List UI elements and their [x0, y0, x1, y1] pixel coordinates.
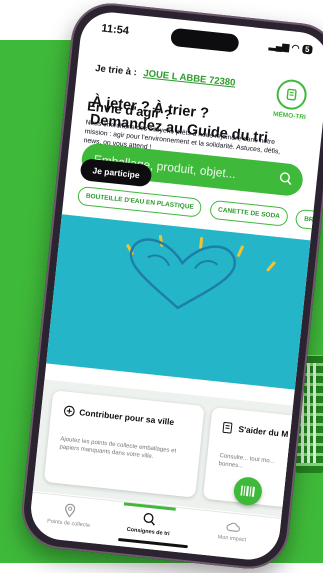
tab-label: Consignes de tri: [126, 527, 169, 537]
promo-banner: [46, 214, 310, 389]
chip-canette[interactable]: CANETTE DE SODA: [209, 200, 289, 227]
battery-icon: 5: [302, 44, 313, 54]
memo-icon: [275, 78, 308, 111]
tab-points-collecte[interactable]: Points de collecte: [33, 500, 105, 530]
map-pin-icon: [63, 503, 76, 518]
heart-hands-icon: [103, 225, 261, 320]
tab-label: Points de collecte: [47, 518, 91, 528]
document-icon: [221, 420, 233, 439]
tab-consignes-tri[interactable]: Consignes de tri: [113, 508, 185, 538]
barcode-icon: [239, 484, 256, 498]
card-title: Contribuer pour sa ville: [79, 407, 175, 427]
sun-ray: [266, 261, 276, 272]
search-icon: [142, 511, 157, 526]
location-label: Je trie à :: [95, 63, 138, 78]
card-text: Ajoutez les points de collecte emballage…: [59, 435, 178, 463]
wifi-icon: ◠: [291, 42, 300, 53]
search-icon[interactable]: [278, 171, 294, 191]
cloud-icon: [226, 520, 241, 533]
chip-bouteille[interactable]: BOUTEILLE D'EAU EN PLASTIQUE: [77, 186, 203, 218]
tab-label: Mon impact: [217, 534, 246, 543]
signal-icon: ▂▄▆: [269, 40, 290, 52]
contribute-card[interactable]: Contribuer pour sa ville Ajoutez les poi…: [44, 390, 205, 497]
dynamic-island: [170, 28, 240, 53]
status-icons: ▂▄▆ ◠ 5: [268, 40, 312, 55]
status-time: 11:54: [101, 22, 130, 37]
home-indicator: [118, 538, 188, 548]
hand-plus-icon: [62, 404, 76, 423]
location-link[interactable]: JOUE L ABBE 72380: [143, 68, 236, 89]
tab-mon-impact[interactable]: Mon impact: [197, 517, 269, 545]
location-line: Je trie à : JOUE L ABBE 72380: [95, 63, 236, 89]
card-title: S'aider du M: [238, 424, 289, 439]
card-text: Consulte... tout mo... bonnes...: [218, 452, 289, 475]
